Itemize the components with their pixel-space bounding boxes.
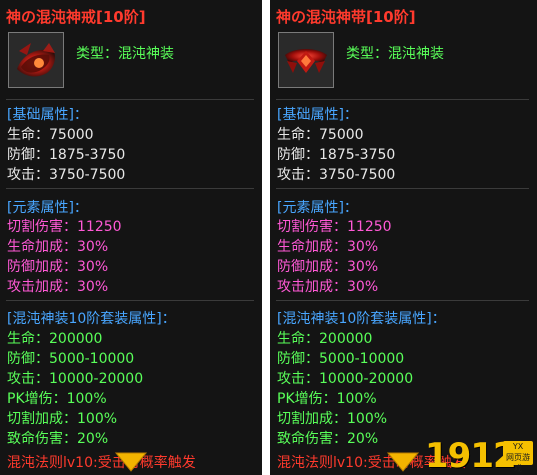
- watermark-badge-top: YX: [512, 442, 524, 451]
- divider: [6, 99, 254, 100]
- set-crit-damage: 致命伤害：20%: [7, 431, 109, 447]
- scroll-down-arrow-icon[interactable]: [386, 451, 420, 473]
- set-hp: 生命：200000: [7, 331, 103, 347]
- base-attributes-header: [基础属性]：: [277, 107, 358, 123]
- item-type: 类型：混沌神装: [76, 46, 174, 62]
- set-defense: 防御：5000-10000: [277, 351, 405, 367]
- set-attack: 攻击：10000-20000: [7, 371, 144, 387]
- element-attributes-header: [元素属性]：: [277, 200, 358, 216]
- item-tooltip-right: 神の混沌神带[10阶] 类型：混沌神装 [基础属性]： 生命：75000 防御：…: [270, 0, 537, 475]
- base-hp: 生命：75000: [277, 127, 364, 143]
- item-title: 神の混沌神戒[10阶]: [6, 8, 146, 26]
- item-tooltip-left: 神の混沌神戒[10阶] 类型：混沌神装 [基础属性]： 生命：75000 防御：…: [0, 0, 262, 475]
- set-pk-damage: PK增伤：100%: [7, 391, 107, 407]
- item-type: 类型：混沌神装: [346, 46, 444, 62]
- item-title: 神の混沌神带[10阶]: [276, 8, 416, 26]
- watermark-badge-bottom: 网页游戏: [506, 453, 530, 473]
- base-attack: 攻击：3750-7500: [7, 167, 126, 183]
- base-attributes-header: [基础属性]：: [7, 107, 88, 123]
- divider: [276, 188, 529, 189]
- base-hp: 生命：75000: [7, 127, 94, 143]
- set-attributes-header: [混沌神装10阶套装属性]：: [277, 311, 446, 327]
- element-cut-damage: 切割伤害：11250: [7, 219, 122, 235]
- scroll-down-arrow-icon[interactable]: [114, 451, 148, 473]
- element-attack-bonus: 攻击加成：30%: [277, 279, 379, 295]
- element-cut-damage: 切割伤害：11250: [277, 219, 392, 235]
- element-defense-bonus: 防御加成：30%: [277, 259, 379, 275]
- watermark-badge: YX 网页游戏: [503, 441, 533, 473]
- divider: [6, 300, 254, 301]
- red-ring-icon[interactable]: [8, 32, 64, 88]
- set-chaos-law: 混沌法则lv10:受击时概率触发: [7, 455, 196, 471]
- divider: [276, 300, 529, 301]
- set-cut-bonus: 切割加成：100%: [7, 411, 118, 427]
- divider: [276, 99, 529, 100]
- base-attack: 攻击：3750-7500: [277, 167, 396, 183]
- base-defense: 防御：1875-3750: [7, 147, 126, 163]
- set-defense: 防御：5000-10000: [7, 351, 135, 367]
- element-hp-bonus: 生命加成：30%: [277, 239, 379, 255]
- element-attack-bonus: 攻击加成：30%: [7, 279, 109, 295]
- element-defense-bonus: 防御加成：30%: [7, 259, 109, 275]
- red-belt-icon[interactable]: [278, 32, 334, 88]
- element-hp-bonus: 生命加成：30%: [7, 239, 109, 255]
- set-pk-damage: PK增伤：100%: [277, 391, 377, 407]
- divider: [6, 188, 254, 189]
- set-hp: 生命：200000: [277, 331, 373, 347]
- set-cut-bonus: 切割加成：100%: [277, 411, 388, 427]
- base-defense: 防御：1875-3750: [277, 147, 396, 163]
- set-attributes-header: [混沌神装10阶套装属性]：: [7, 311, 176, 327]
- site-watermark-logo: 1912 YX 网页游戏: [425, 433, 537, 475]
- set-attack: 攻击：10000-20000: [277, 371, 414, 387]
- set-crit-damage: 致命伤害：20%: [277, 431, 379, 447]
- element-attributes-header: [元素属性]：: [7, 200, 88, 216]
